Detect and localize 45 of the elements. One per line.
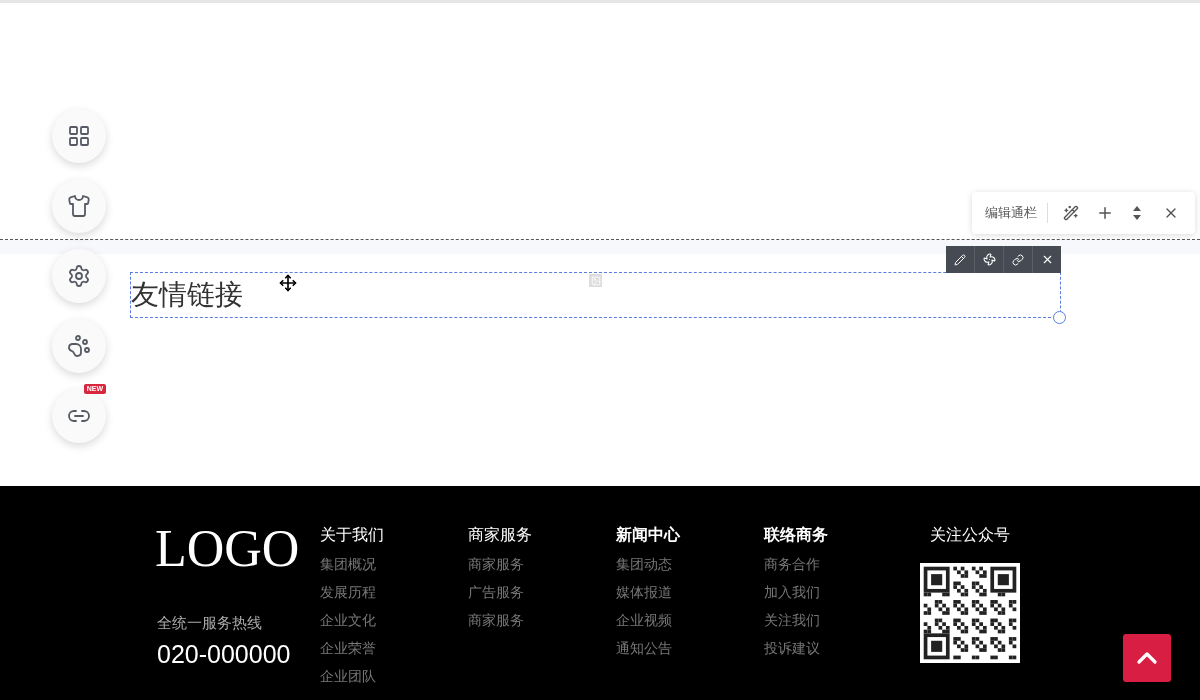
footer-link[interactable]: 关注我们 [764,610,820,630]
column-heading: 联络商务 [764,525,829,545]
image-icon [589,274,602,287]
footer-link[interactable]: 商务合作 [764,554,820,574]
hotline-number: 020-000000 [157,638,292,669]
footer-link[interactable]: 媒体报道 [616,582,672,602]
hotline-label: 全统一服务热线 [157,613,263,633]
footer-link[interactable]: 商家服务 [468,610,524,630]
side-tool-button[interactable] [52,109,106,163]
logo: LOGO [155,526,301,572]
shirt-icon [67,194,91,218]
grid-icon [67,124,91,148]
back-to-top-button[interactable] [1123,634,1171,682]
side-tool-button[interactable] [52,319,106,373]
footer-link[interactable]: 投诉建议 [764,638,820,658]
footer-link[interactable]: 企业视频 [616,610,672,630]
resize-handle[interactable] [1053,311,1066,324]
pencil-icon[interactable] [954,253,966,266]
side-tool-button[interactable] [52,389,106,443]
footer-link[interactable]: 集团动态 [616,554,672,574]
column-heading: 关于我们 [320,525,385,545]
sort-icon[interactable] [1132,205,1142,221]
footer-link[interactable]: 商家服务 [468,554,524,574]
settings-icon [67,264,91,288]
follow-heading: 关注公众号 [930,525,1010,545]
footer-link[interactable]: 通知公告 [616,638,672,658]
column-heading: 新闻中心 [616,525,681,545]
footer-link[interactable]: 企业团队 [320,666,376,686]
move-cursor-icon [279,274,297,292]
magic-wand-icon[interactable] [1063,205,1079,221]
footer-link[interactable]: 集团概况 [320,554,376,574]
add-icon[interactable] [1096,204,1114,222]
side-tool-button[interactable] [52,249,106,303]
footer-link[interactable]: 企业文化 [320,610,376,630]
column-heading: 商家服务 [468,525,533,545]
footer-link[interactable]: 加入我们 [764,582,820,602]
fan-icon[interactable] [982,253,996,266]
footer-link[interactable]: 企业荣誉 [320,638,376,658]
footer-link[interactable]: 发展历程 [320,582,376,602]
paw-icon [67,334,91,358]
module-title: 友情链接 [131,278,243,312]
edit-row-button[interactable]: 编辑通栏 [985,203,1048,223]
footer-link[interactable]: 广告服务 [468,582,524,602]
link-icon[interactable] [1012,253,1024,266]
side-tool-button[interactable] [52,179,106,233]
